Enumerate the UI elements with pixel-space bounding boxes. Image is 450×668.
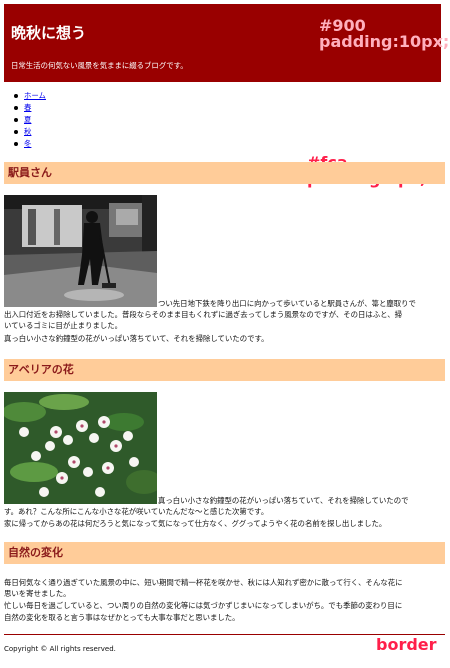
footer-annotation: border xyxy=(376,635,437,654)
section-1-text-line-2: 出入口付近をお掃除していました。普段ならそのまま目もくれずに過ぎ去ってしまう風景… xyxy=(4,310,403,319)
nav-link-spring[interactable]: 春 xyxy=(24,103,31,112)
abelia-flower-photo xyxy=(4,392,157,504)
nav-link-winter[interactable]: 冬 xyxy=(24,139,31,148)
nav-item-winter: 冬 xyxy=(13,138,46,150)
site-title: 晩秋に想う xyxy=(11,24,87,42)
section-3-text-line-1: 毎日何気なく通り過ぎていた風景の中に、短い期間で精一杯花を咲かせ、秋には人知れず… xyxy=(4,578,403,587)
section-3-text-line-2: 思いを寄せました。 xyxy=(4,589,71,598)
section-1-text-inline: つい先日地下鉄を降り出口に向かって歩いていると駅員さんが、箒と塵取りで xyxy=(158,299,416,308)
nav-item-home: ホーム xyxy=(13,90,46,102)
section-heading-bar: 自然の変化 xyxy=(4,542,445,564)
section-1-text-line-4: 真っ白い小さな釣鐘型の花がいっぱい落ちていて、それを掃除していたのです。 xyxy=(4,334,269,343)
section-1-text-line-3: いているゴミに目が止まりました。 xyxy=(4,321,123,330)
station-staff-photo xyxy=(4,195,157,307)
nav-item-summer: 夏 xyxy=(13,114,46,126)
header-annotation: #900 padding:10px; xyxy=(319,18,449,50)
section-heading-bar: 駅員さん xyxy=(4,162,445,184)
section-heading: 自然の変化 xyxy=(8,546,63,559)
nav-link-autumn[interactable]: 秋 xyxy=(24,127,31,136)
section-heading-bar: アベリアの花 xyxy=(4,359,445,381)
section-2-text-inline: 真っ白い小さな釣鐘型の花がいっぱい落ちていて、それを掃除していたので xyxy=(158,496,409,505)
section-2-text-line-3: 家に帰ってからあの花は何だろうと気になって気になって仕方なく、ググってようやく花… xyxy=(4,519,387,528)
section-2-text-line-2: す。あれ？こんな所にこんな小さな花が咲いていたんだな〜と感じた次第です。 xyxy=(4,507,269,516)
section-3-text-line-4: 自然の変化を取ると言う事はなぜかとっても大事な事だと思いました。 xyxy=(4,613,240,622)
copyright-text: Copyright © All rights reserved. xyxy=(4,645,116,653)
section-heading: アベリアの花 xyxy=(8,363,74,376)
main-nav: ホーム 春 夏 秋 冬 xyxy=(13,90,46,150)
nav-link-summer[interactable]: 夏 xyxy=(24,115,31,124)
section-heading: 駅員さん xyxy=(8,166,52,179)
nav-item-autumn: 秋 xyxy=(13,126,46,138)
site-description: 日常生活の何気ない風景を気ままに綴るブログです。 xyxy=(11,61,188,70)
section-3-text-line-3: 忙しい毎日を過ごしていると、つい周りの自然の変化等には気づかずじまいになってしま… xyxy=(4,601,403,610)
header-annotation-line-2: padding:10px; xyxy=(319,32,450,51)
nav-link-home[interactable]: ホーム xyxy=(24,91,46,100)
nav-item-spring: 春 xyxy=(13,102,46,114)
